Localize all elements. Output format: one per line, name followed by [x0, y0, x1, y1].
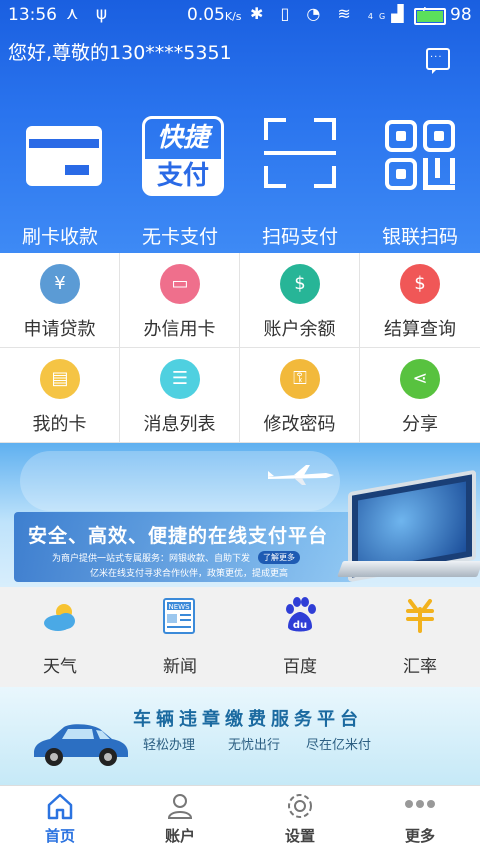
learn-more-button[interactable]: 了解更多 [258, 551, 300, 564]
network-type: 4G [367, 12, 392, 21]
tab-settings[interactable]: 设置 [240, 786, 360, 854]
account-icon [167, 794, 193, 819]
status-bar: 13:56 ⋏ ψ 0.05K/s ✱ ▯ ◔ ≋ 4G▟ ϟ 98 [0, 0, 480, 30]
my-card-icon: ▤ [40, 359, 80, 399]
news-icon: NEWS [163, 598, 195, 634]
weather-icon [44, 604, 75, 631]
battery-level: 98 [450, 5, 472, 25]
battery-icon [414, 8, 446, 25]
loan-icon: ¥ [40, 264, 80, 304]
baidu-icon: du [286, 597, 316, 632]
system-icons: ✱ ▯ ◔ ≋ 4G▟ ϟ [250, 4, 438, 23]
promo-banner-payment[interactable]: 安全、高效、便捷的在线支付平台 为商户提供一站式专属服务：网银收款、自助下发 亿… [0, 443, 480, 587]
tool-news[interactable]: NEWS 新闻 [120, 587, 240, 687]
pay-unionpay-qr[interactable]: 银联扫码 [360, 112, 480, 252]
exchange-rate-icon [406, 599, 434, 633]
banner-title: 安全、高效、便捷的在线支付平台 [28, 525, 329, 547]
service-credit-card[interactable]: ▭ 办信用卡 [120, 253, 240, 348]
service-settlement-query[interactable]: $ 结算查询 [360, 253, 480, 348]
balance-icon: $ [280, 264, 320, 304]
network-speed: 0.05K/s [187, 5, 242, 25]
home-icon [47, 793, 73, 820]
banner-subtitle: 为商户提供一站式专属服务：网银收款、自助下发 [52, 554, 251, 564]
pay-label: 刷卡收款 [21, 226, 98, 248]
banner-slogan: 尽在亿米付 [306, 738, 372, 753]
message-list-icon: ☰ [160, 359, 200, 399]
service-my-card[interactable]: ▤ 我的卡 [0, 348, 120, 443]
airplane-icon [268, 465, 334, 485]
tab-more[interactable]: 更多 [360, 786, 480, 854]
settlement-icon: $ [400, 264, 440, 304]
qr-code-icon [385, 120, 455, 190]
pay-label: 扫码支付 [261, 226, 338, 248]
status-time: 13:56 [8, 5, 57, 25]
banner-subtitle: 亿米在线支付寻求合作伙伴，政策更优，提成更高 [90, 569, 289, 579]
car-image [34, 724, 128, 766]
service-share[interactable]: ⋖ 分享 [360, 348, 480, 443]
pay-scan[interactable]: 扫码支付 [240, 112, 360, 252]
pay-label: 银联扫码 [381, 226, 458, 248]
banner-slogan: 轻松办理 [143, 738, 196, 753]
service-change-password[interactable]: ⚿ 修改密码 [240, 348, 360, 443]
svg-text:du: du [293, 620, 307, 631]
banner-title: 车辆违章缴费服务平台 [133, 709, 363, 730]
services-grid: ¥ 申请贷款 ▭ 办信用卡 $ 账户余额 $ 结算查询 ▤ 我的卡 ☰ 消息列表… [0, 253, 480, 443]
usb-icon: ⋏ ψ [66, 4, 114, 24]
svg-text:NEWS: NEWS [168, 603, 190, 611]
tool-baidu[interactable]: du 百度 [240, 587, 360, 687]
banner-slogan: 无忧出行 [228, 738, 281, 753]
greeting-text: 您好,尊敬的130****5351 [8, 42, 232, 64]
tools-row: 天气 NEWS 新闻 du 百度 汇率 [0, 587, 480, 687]
promo-banner-traffic[interactable]: 车辆违章缴费服务平台 轻松办理 无忧出行 尽在亿米付 [0, 687, 480, 785]
bottom-tab-bar: 首页 账户 设置 更多 [0, 785, 480, 854]
pay-label: 无卡支付 [141, 226, 218, 248]
more-icon [405, 800, 435, 808]
share-icon: ⋖ [400, 359, 440, 399]
service-apply-loan[interactable]: ¥ 申请贷款 [0, 253, 120, 348]
tool-exchange-rate[interactable]: 汇率 [360, 587, 480, 687]
hero-header: 13:56 ⋏ ψ 0.05K/s ✱ ▯ ◔ ≋ 4G▟ ϟ 98 您好,尊敬… [0, 0, 480, 253]
service-account-balance[interactable]: $ 账户余额 [240, 253, 360, 348]
pay-cardless[interactable]: 快捷 支付 无卡支付 [120, 112, 240, 252]
pay-swipe-card[interactable]: 刷卡收款 [0, 112, 120, 252]
service-message-list[interactable]: ☰ 消息列表 [120, 348, 240, 443]
message-icon[interactable]: ··· [426, 48, 450, 74]
tool-weather[interactable]: 天气 [0, 587, 120, 687]
lock-icon: ⚿ [280, 359, 320, 399]
settings-icon [288, 794, 312, 818]
tab-home[interactable]: 首页 [0, 786, 120, 854]
quick-pay-icon: 快捷 支付 [142, 116, 224, 196]
tab-account[interactable]: 账户 [120, 786, 240, 854]
scan-icon [264, 118, 336, 188]
card-icon [26, 126, 102, 186]
credit-card-icon: ▭ [160, 264, 200, 304]
